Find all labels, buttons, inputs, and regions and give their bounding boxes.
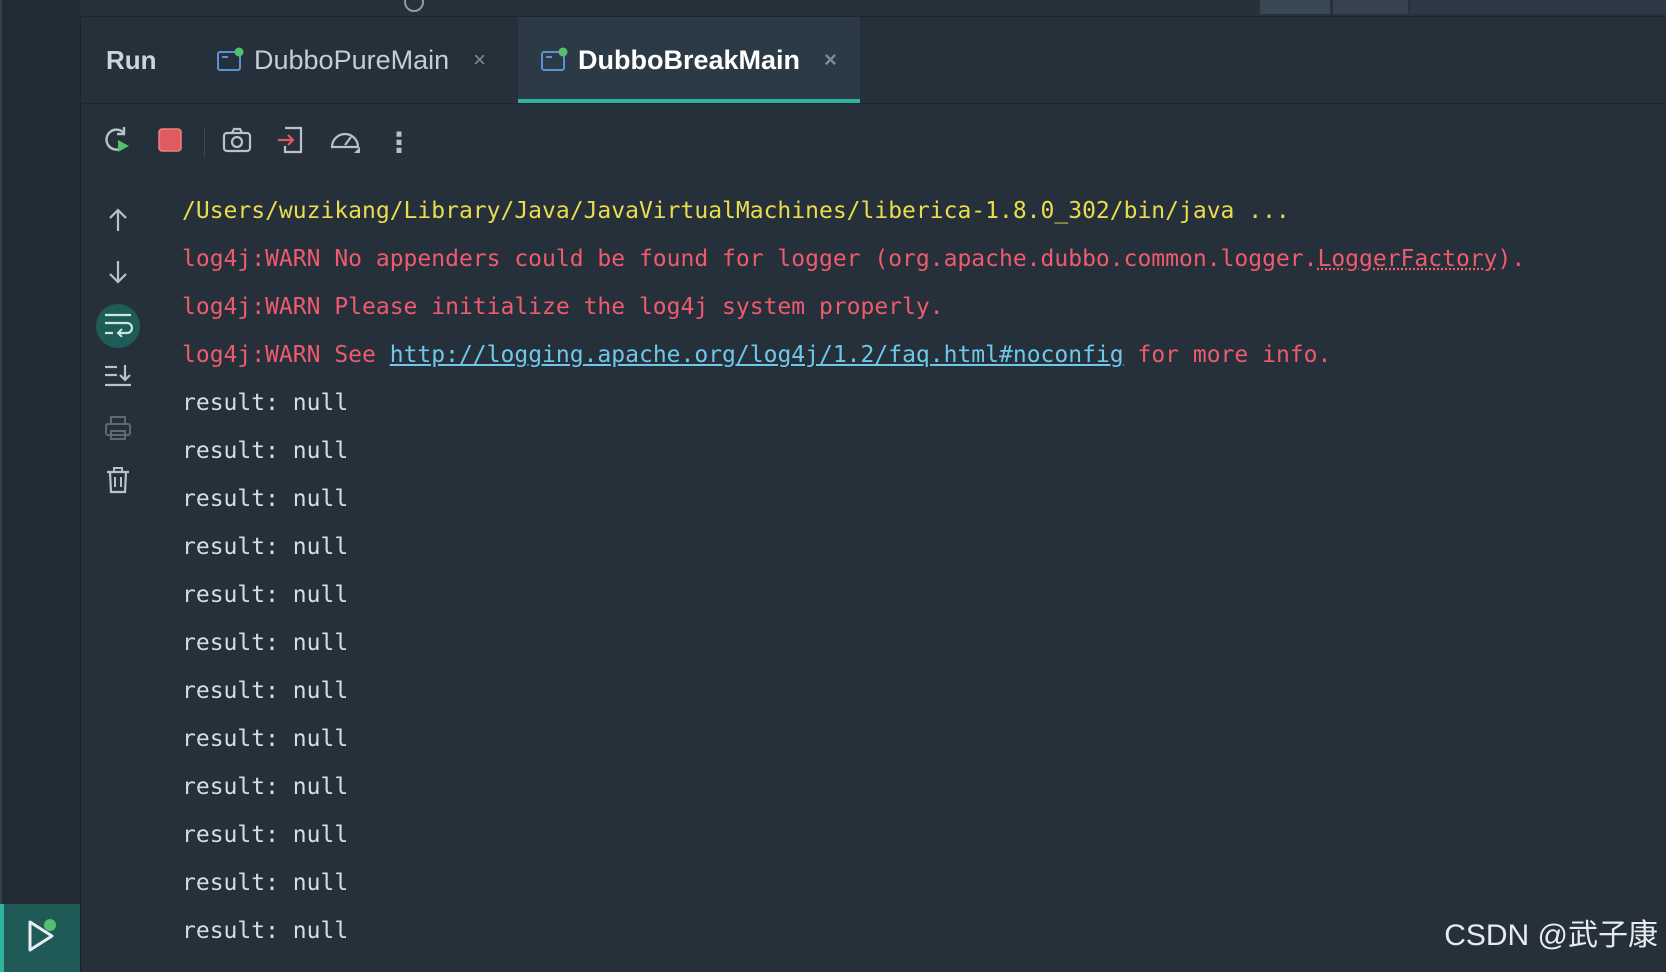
command-line: /Users/wuzikang/Library/Java/JavaVirtual… [182,198,1290,224]
warning-text: for more info. [1123,342,1332,368]
trash-icon [104,465,132,499]
up-arrow-icon [105,206,131,238]
output-line: result: null [182,726,349,752]
tab-label: DubboBreakMain [578,44,801,75]
editor-region [1260,0,1330,14]
class-reference[interactable]: LoggerFactory [1317,246,1497,272]
run-config-icon [216,47,244,73]
run-tab-bar: Run DubboPureMain × DubboBreakMain × [80,17,1666,104]
profiler-button[interactable] [329,126,361,158]
camera-icon [221,124,253,160]
run-icon [20,916,60,960]
run-tool-window-button[interactable] [0,904,80,972]
warning-text: ). [1497,246,1526,272]
tab-dubbo-break-main[interactable]: DubboBreakMain × [518,17,860,103]
toolbar-separator [204,127,205,157]
down-arrow-icon [105,258,131,290]
close-icon[interactable]: × [824,47,837,73]
faq-link[interactable]: http://logging.apache.org/log4j/1.2/faq.… [390,342,1124,368]
output-line: result: null [182,918,349,944]
editor-region [1333,0,1408,14]
output-line: result: null [182,438,349,464]
rerun-icon [100,124,132,160]
console-gutter [96,200,144,512]
login-arrow-icon [275,124,307,160]
tab-dubbo-pure-main[interactable]: DubboPureMain × [216,17,486,103]
run-toolbar: ⋮ [100,122,437,162]
scroll-to-end-toggle[interactable] [96,356,140,400]
warning-line: log4j:WARN Please initialize the log4j s… [182,294,944,320]
warning-text: log4j:WARN No appenders could be found f… [182,246,1318,272]
output-line: result: null [182,678,349,704]
screenshot-button[interactable] [221,126,253,158]
output-line: result: null [182,534,349,560]
left-tool-rail [0,0,81,972]
tool-window-title: Run [106,45,157,75]
watermark: CSDN @武子康 [1444,919,1658,952]
warning-line: log4j:WARN No appenders could be found f… [182,244,1652,292]
close-icon[interactable]: × [473,47,486,73]
warning-text: log4j:WARN See [182,342,390,368]
settings-icon [404,0,424,12]
speedometer-icon [328,123,362,161]
output-line: result: null [182,582,349,608]
soft-wrap-icon [103,311,134,341]
clear-console-button[interactable] [96,460,140,504]
rerun-button[interactable] [100,126,132,158]
tab-label: DubboPureMain [254,44,450,75]
print-button[interactable] [96,408,140,452]
more-actions-button[interactable]: ⋮ [383,125,415,159]
output-line: result: null [182,870,349,896]
more-actions-icon: ⋮ [385,125,413,159]
active-indicator [0,904,4,972]
rail-edge [0,0,2,972]
output-line: result: null [182,390,349,416]
stop-button[interactable] [154,126,186,158]
output-line: result: null [182,822,349,848]
scroll-down-button[interactable] [96,252,140,296]
output-line: result: null [182,630,349,656]
run-config-icon [540,47,568,73]
editor-top-strip [80,0,1666,17]
scroll-up-button[interactable] [96,200,140,244]
active-tab-underline [518,99,860,103]
stop-icon [156,126,184,158]
scroll-to-end-icon [103,363,133,393]
restore-layout-button[interactable] [275,126,307,158]
editor-region [1410,0,1666,14]
output-line: result: null [182,486,349,512]
output-line: result: null [182,774,349,800]
warning-line: log4j:WARN See http://logging.apache.org… [182,340,1652,388]
soft-wrap-toggle[interactable] [96,304,140,348]
console-output[interactable]: /Users/wuzikang/Library/Java/JavaVirtual… [182,196,1652,964]
print-icon [103,414,133,446]
